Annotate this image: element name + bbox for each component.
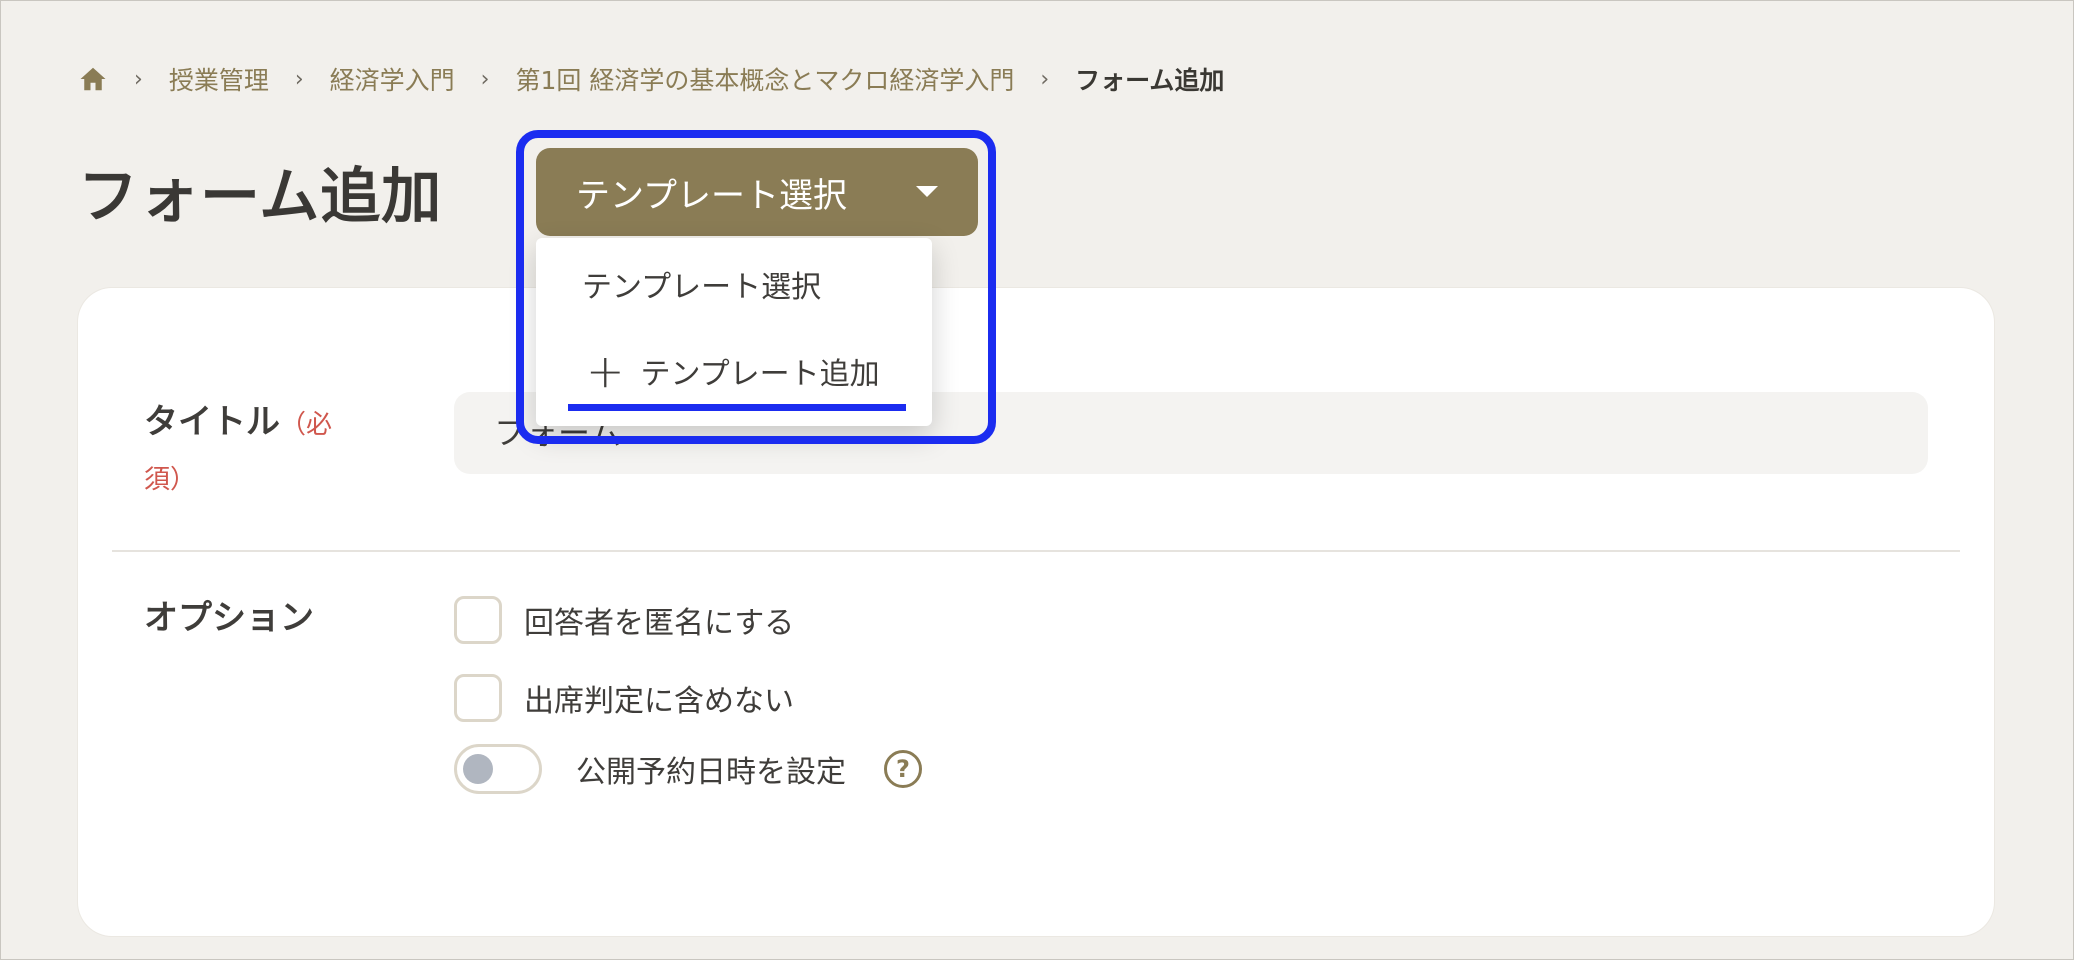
anonymous-checkbox[interactable] — [454, 596, 502, 644]
exclude-attendance-label: 出席判定に含めない — [524, 684, 794, 719]
divider — [112, 550, 1960, 552]
home-icon — [80, 67, 106, 91]
breadcrumb-item-course-management[interactable]: 授業管理 — [169, 61, 269, 97]
breadcrumb-current: フォーム追加 — [1075, 66, 1225, 95]
help-icon[interactable]: ? — [884, 750, 922, 788]
highlight-box — [516, 130, 996, 444]
form-card: タイトル（必須） フォーム オプション 回答者を匿名にする 出席判定に含めない … — [78, 288, 1994, 936]
exclude-attendance-option[interactable]: 出席判定に含めない — [454, 674, 794, 722]
breadcrumb: › 授業管理 › 経済学入門 › 第1回 経済学の基本概念とマクロ経済学入門 ›… — [78, 58, 1224, 100]
chevron-right-icon: › — [134, 66, 143, 92]
anonymous-option[interactable]: 回答者を匿名にする — [454, 596, 794, 644]
chevron-right-icon: › — [480, 66, 490, 92]
home-link[interactable] — [78, 64, 108, 94]
toggle-knob — [463, 754, 493, 784]
breadcrumb-item-lesson[interactable]: 第1回 経済学の基本概念とマクロ経済学入門 — [515, 61, 1014, 97]
schedule-publish-toggle[interactable] — [454, 744, 542, 794]
anonymous-label: 回答者を匿名にする — [524, 606, 795, 641]
chevron-right-icon: › — [294, 66, 304, 92]
breadcrumb-item-course[interactable]: 経済学入門 — [330, 61, 455, 97]
schedule-publish-row: 公開予約日時を設定 ? — [454, 744, 922, 794]
options-label: オプション — [144, 598, 314, 638]
exclude-attendance-checkbox[interactable] — [454, 674, 502, 722]
chevron-right-icon: › — [1040, 66, 1050, 92]
title-label-text: タイトル — [144, 402, 280, 442]
title-field-label: タイトル（必須） — [144, 396, 364, 506]
page-title: フォーム追加 — [78, 162, 443, 232]
schedule-publish-label: 公開予約日時を設定 — [576, 755, 846, 790]
